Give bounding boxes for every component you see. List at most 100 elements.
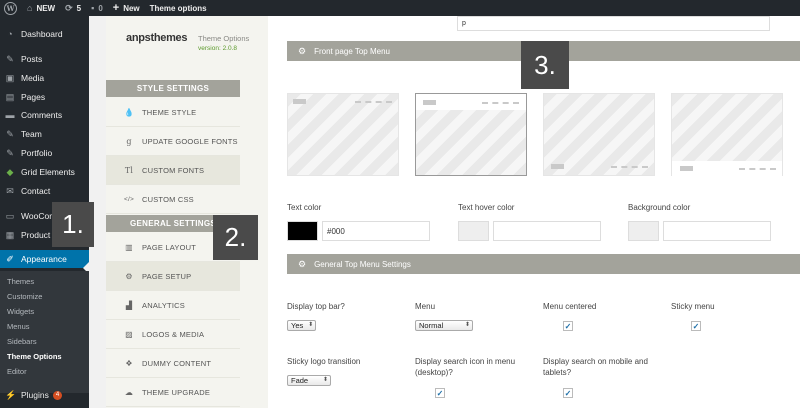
menu-item-label: THEME UPGRADE	[142, 387, 211, 397]
sidebar-item-posts[interactable]: ✎ Posts	[0, 50, 89, 68]
submenu-item-themes[interactable]: Themes	[7, 277, 34, 286]
wordpress-logo-button[interactable]: W	[0, 0, 22, 16]
menu-layout-option-2[interactable]	[415, 93, 527, 176]
text-color-label: Text color	[287, 203, 322, 212]
background-color-swatch[interactable]	[628, 221, 659, 241]
grid-icon: ◆	[6, 166, 14, 177]
background-color-input[interactable]	[663, 221, 771, 241]
sidebar-item-media[interactable]: ▣ Media	[0, 69, 89, 87]
menu-layout-option-4[interactable]	[671, 93, 783, 177]
new-content-link[interactable]: + New	[108, 0, 145, 16]
menu-item-dummy-content[interactable]: ❖ DUMMY CONTENT	[106, 349, 240, 378]
logo-placeholder	[423, 100, 436, 105]
sidebar-item-grid-elements[interactable]: ◆ Grid Elements	[0, 163, 89, 181]
google-icon: g	[126, 136, 132, 146]
sidebar-item-contact[interactable]: ✉ Contact	[0, 182, 89, 200]
sidebar-item-label: Appearance	[21, 254, 67, 264]
sidebar-item-pages[interactable]: ▤ Pages	[0, 88, 89, 106]
submenu-item-widgets[interactable]: Widgets	[7, 307, 34, 316]
sidebar-item-portfolio[interactable]: ✎ Portfolio	[0, 144, 89, 162]
search-icon-label-line2: (desktop)?	[415, 368, 453, 377]
comments-count: 0	[98, 3, 103, 13]
text-color-swatch[interactable]	[287, 221, 318, 241]
sidebar-item-label: Comments	[21, 110, 63, 120]
submenu-item-editor[interactable]: Editor	[7, 367, 27, 376]
droplet-icon: 💧	[124, 107, 135, 117]
style-settings-header: STYLE SETTINGS	[106, 80, 240, 97]
sidebar-item-appearance[interactable]: ✐ Appearance	[0, 250, 89, 268]
menu-layout-option-1[interactable]	[287, 93, 399, 176]
section-title: Front page Top Menu	[314, 46, 390, 56]
text-color-input[interactable]: #000	[322, 221, 430, 241]
menu-item-custom-fonts[interactable]: Tl CUSTOM FONTS	[106, 156, 240, 185]
sidebar-item-comments[interactable]: ▬ Comments	[0, 106, 89, 124]
menu-select[interactable]: Normal ⬍	[415, 320, 473, 331]
menu-item-theme-style[interactable]: 💧 THEME STYLE	[106, 98, 240, 127]
product-icon: ▦	[5, 229, 15, 240]
wordpress-icon: W	[4, 1, 17, 15]
menu-item-logos-media[interactable]: ▨ LOGOS & MEDIA	[106, 320, 240, 349]
top-text-input[interactable]: p	[457, 16, 770, 31]
step-marker-3: 3.	[521, 41, 569, 89]
version-label: version: 2.0.8	[198, 45, 238, 52]
updates-link[interactable]: ⟳ 5	[60, 0, 86, 16]
plus-icon: +	[112, 2, 120, 14]
logo-placeholder	[551, 164, 564, 169]
submenu-item-sidebars[interactable]: Sidebars	[7, 337, 37, 346]
updates-count: 5	[76, 3, 82, 13]
general-top-menu-settings-header[interactable]: ⚙ General Top Menu Settings	[287, 254, 800, 274]
sticky-logo-transition-label: Sticky logo transition	[287, 357, 361, 366]
dropbox-icon: ❖	[125, 358, 133, 368]
dashboard-icon: ◔	[7, 29, 13, 39]
menu-item-page-setup[interactable]: ⚙ PAGE SETUP	[106, 262, 240, 291]
theme-options-link[interactable]: Theme options	[145, 0, 212, 16]
media-icon: ▣	[5, 72, 15, 83]
menu-item-google-fonts[interactable]: g UPDATE GOOGLE FONTS	[106, 127, 240, 156]
sidebar-item-label: Posts	[21, 54, 43, 64]
menu-item-label: ANALYTICS	[142, 300, 185, 310]
cloud-upload-icon: ☁	[124, 387, 134, 397]
menu-item-label: PAGE LAYOUT	[142, 242, 197, 252]
select-value: Normal	[419, 321, 444, 330]
menu-item-theme-upgrade[interactable]: ☁ THEME UPGRADE	[106, 378, 240, 407]
menu-item-label: UPDATE GOOGLE FONTS	[142, 136, 238, 146]
step-marker-2: 2.	[213, 215, 258, 260]
menu-layout-option-3[interactable]	[543, 93, 655, 176]
sidebar-item-team[interactable]: ✎ Team	[0, 125, 89, 143]
sticky-logo-transition-select[interactable]: Fade ⬍	[287, 375, 331, 386]
submenu-item-menus[interactable]: Menus	[7, 322, 30, 331]
comments-link[interactable]: ▪ 0	[86, 0, 108, 16]
text-hover-color-swatch[interactable]	[458, 221, 489, 241]
theme-options-panel: anpsthemes Theme Options version: 2.0.8 …	[106, 16, 268, 408]
sidebar-item-plugins[interactable]: ⚡ Plugins 4	[0, 386, 89, 404]
sidebar-item-label: Grid Elements	[21, 167, 75, 177]
display-search-mobile-checkbox[interactable]: ✓	[563, 388, 573, 398]
sidebar-item-label: Media	[21, 73, 45, 83]
select-value: Fade	[291, 376, 309, 385]
menu-label: Menu	[415, 302, 436, 311]
search-mobile-label-line1: Display search on mobile and	[543, 357, 648, 366]
chart-icon: ▟	[125, 300, 133, 310]
sidebar-item-dashboard[interactable]: ◔ Dashboard	[0, 25, 89, 43]
menu-item-analytics[interactable]: ▟ ANALYTICS	[106, 291, 240, 320]
text-hover-color-input[interactable]	[493, 221, 601, 241]
plug-icon: ⚡	[5, 389, 17, 400]
menu-centered-checkbox[interactable]: ✓	[563, 321, 573, 331]
site-name-link[interactable]: ⌂ NEW	[22, 0, 60, 16]
sticky-menu-checkbox[interactable]: ✓	[691, 321, 701, 331]
submenu-item-theme-options[interactable]: Theme Options	[7, 352, 62, 361]
appearance-submenu: Themes Customize Widgets Menus Sidebars …	[0, 271, 89, 393]
menu-item-custom-css[interactable]: </> CUSTOM CSS	[106, 185, 240, 214]
submenu-item-customize[interactable]: Customize	[7, 292, 42, 301]
display-search-icon-checkbox[interactable]: ✓	[435, 388, 445, 398]
step-marker-1: 1.	[52, 202, 94, 247]
display-top-bar-select[interactable]: Yes ⬍	[287, 320, 317, 331]
gear-icon: ⚙	[298, 45, 307, 56]
font-icon: Tl	[124, 165, 134, 175]
sidebar-item-label: Plugins	[21, 390, 49, 400]
menu-item-label: CUSTOM FONTS	[142, 165, 205, 175]
brand-logo: anpsthemes	[126, 32, 188, 44]
menu-links-placeholder	[482, 102, 519, 104]
menu-item-label: PAGE SETUP	[142, 271, 192, 281]
pin-icon: ✎	[6, 128, 14, 139]
